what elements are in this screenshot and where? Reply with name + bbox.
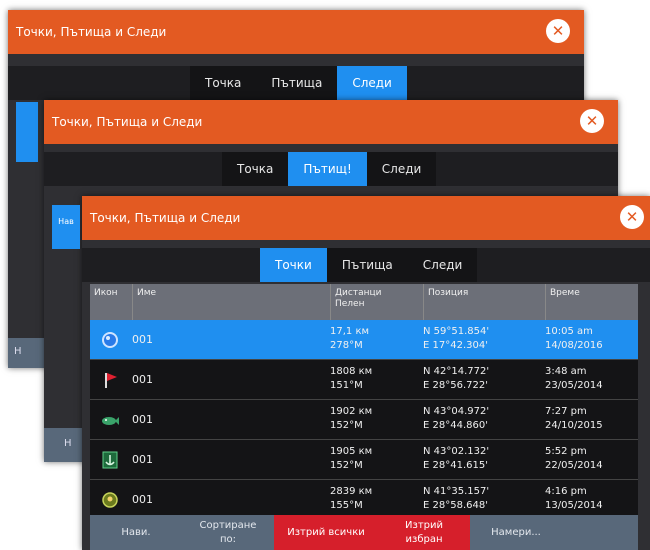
waypoint-distance: 2839 км 155°M [330,486,373,511]
waypoint-time: 5:52 pm 22/05/2014 [545,446,603,471]
fish-icon [102,417,119,425]
waypoint-time: 10:05 am 14/08/2016 [545,326,603,351]
tab-routes[interactable]: Пътища [326,248,408,282]
side-tab-stub[interactable] [16,102,38,162]
waypoint-time: 4:16 pm 13/05/2014 [545,486,603,511]
anchor-icon [102,451,118,469]
dialog-title-bar: Точки, Пътища и Следи [44,100,618,144]
waypoint-position: N 59°51.854' E 17°42.304' [423,326,490,351]
navigate-button[interactable]: Нави. [90,515,182,550]
tab-bar: Точки Пътища Следи [82,248,650,282]
tab-routes[interactable]: Пътища [256,66,338,100]
table-row[interactable]: 001 1808 км 151°M N 42°14.772' E 28°56.7… [90,360,638,400]
column-header-name[interactable]: Име [132,284,330,320]
table-row[interactable]: 001 1902 км 152°M N 43°04.972' E 28°44.8… [90,400,638,440]
find-button[interactable]: Намери... [470,515,562,550]
tab-trails[interactable]: Следи [366,152,437,186]
waypoint-time: 3:48 am 23/05/2014 [545,366,603,391]
delete-selected-button[interactable]: Изтрий избран [378,515,470,550]
dialog-title: Точки, Пътища и Следи [90,211,241,225]
table-row[interactable]: 001 17,1 км 278°M N 59°51.854' E 17°42.3… [90,320,638,360]
waypoint-distance: 1902 км 152°M [330,406,373,431]
waypoint-icon-cell [90,480,130,519]
tab-trails[interactable]: Следи [407,248,478,282]
column-header-position[interactable]: Позиция [423,284,545,320]
waypoint-name: 001 [132,413,153,426]
dialog-title-bar: Точки, Пътища и Следи [8,10,584,54]
blue-circle-icon [102,332,118,348]
waypoint-name: 001 [132,333,153,346]
column-header-icon[interactable]: Икон [90,284,132,320]
diver-icon [102,492,118,508]
red-flag-icon [105,373,117,388]
waypoint-distance: 1808 км 151°M [330,366,373,391]
waypoint-position: N 41°35.157' E 28°58.648' [423,486,490,511]
dialog-title: Точки, Пътища и Следи [52,115,203,129]
table-row[interactable]: 001 1905 км 152°M N 43°02.132' E 28°41.6… [90,440,638,480]
dialog-title-bar: Точки, Пътища и Следи [82,196,650,240]
waypoint-icon-cell [90,320,130,359]
tab-bar: Точка Пътища Следи [8,66,584,100]
waypoint-position: N 43°02.132' E 28°41.615' [423,446,490,471]
waypoint-position: N 43°04.972' E 28°44.860' [423,406,490,431]
tab-routes[interactable]: Пътищ! [288,152,367,186]
waypoint-list: 001 17,1 км 278°M N 59°51.854' E 17°42.3… [90,320,638,520]
table-header: Икон Име Дистанци Пелен Позиция Време [90,284,638,320]
waypoint-icon-cell [90,440,130,479]
sort-by-button[interactable]: Сортиране по: [182,515,274,550]
tab-waypoints[interactable]: Точка [222,152,289,186]
footer-stub: Н [44,428,84,462]
close-icon[interactable]: ✕ [546,19,570,43]
delete-all-button[interactable]: Изтрий всички [274,515,378,550]
waypoint-name: 001 [132,453,153,466]
tab-waypoints[interactable]: Точки [260,248,327,282]
tab-waypoints[interactable]: Точка [190,66,257,100]
tab-bar: Точка Пътищ! Следи [44,152,618,186]
waypoint-distance: 1905 км 152°M [330,446,373,471]
tab-trails[interactable]: Следи [337,66,407,100]
waypoint-distance: 17,1 км 278°M [330,326,370,351]
dialog-footer: Нави. Сортиране по: Изтрий всички Изтрий… [90,515,638,550]
close-icon[interactable]: ✕ [620,205,644,229]
dialog-title: Точки, Пътища и Следи [16,25,167,39]
close-icon[interactable]: ✕ [580,109,604,133]
waypoint-icon-cell [90,400,130,439]
waypoint-name: 001 [132,373,153,386]
table-row[interactable]: 001 2839 км 155°M N 41°35.157' E 28°58.6… [90,480,638,520]
column-header-time[interactable]: Време [545,284,638,320]
waypoint-icon-cell [90,360,130,399]
column-header-distance[interactable]: Дистанци Пелен [330,284,423,320]
waypoint-position: N 42°14.772' E 28°56.722' [423,366,490,391]
waypoint-name: 001 [132,493,153,506]
waypoint-time: 7:27 pm 24/10/2015 [545,406,603,431]
side-tab-stub[interactable]: Нав [52,205,80,249]
